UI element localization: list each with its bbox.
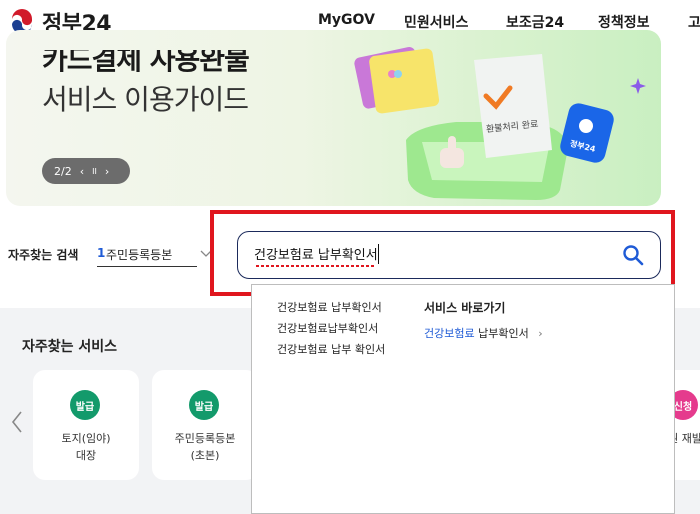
frequent-services-title: 자주찾는 서비스 [22,339,118,355]
card-label-line2: 대장 [75,449,97,462]
spellcheck-underline [256,265,374,267]
frequent-search-label: 자주찾는 검색 [8,248,79,262]
nav-civil-service[interactable]: 민원서비스 [404,12,468,32]
search-input[interactable] [254,246,594,261]
card-label-line1: 토지(임야) [61,432,111,445]
nav-mygov[interactable]: MyGOV [318,12,375,28]
frequent-search-term[interactable]: 주민등록등본 [106,246,172,263]
nav-more[interactable]: 고 [688,12,700,32]
service-card-label: 주민등록등본 (초본) [152,430,258,464]
search-icon[interactable] [622,244,644,266]
banner-illustration: 환불처리 완료 정부24 [354,47,646,200]
service-card[interactable]: 발급 주민등록등본 (초본) [152,370,258,480]
issue-badge: 발급 [70,390,100,420]
nav-policy-info[interactable]: 정책정보 [598,12,650,32]
card-label-line1: 주민등록등본 [174,432,236,445]
banner-title: 카드결제 사용완불 [42,43,249,76]
pager-next-button[interactable]: › [105,165,109,178]
promo-banner[interactable]: 카드결제 사용완불 서비스 이용가이드 2/2 ‹ II › 환불처리 완료 정… [6,30,661,206]
banner-subtitle: 서비스 이용가이드 [42,83,249,116]
pager-pause-button[interactable]: II [92,167,97,176]
card-label-line2: (초본) [190,449,220,462]
carousel-prev-icon[interactable] [10,410,24,434]
quick-link-text: 납부확인서 [474,327,529,340]
search-box[interactable] [237,231,661,279]
suggestion-item[interactable]: 건강보험료납부확인서 [277,320,378,336]
service-card-label: 토지(임야) 대장 [33,430,139,464]
quick-link-highlight: 건강보험료 [424,327,475,340]
text-caret [378,244,379,264]
quick-link-item[interactable]: 건강보험료 납부확인서 › [424,325,543,341]
service-card[interactable]: 발급 토지(임야) 대장 [33,370,139,480]
issue-badge: 발급 [189,390,219,420]
suggestion-item[interactable]: 건강보험료 납부 확인서 [277,341,385,357]
frequent-search-underline [97,266,197,267]
quick-links-title: 서비스 바로가기 [424,301,506,315]
suggestion-item[interactable]: 건강보험료 납부확인서 [277,299,382,315]
frequent-search-rank: 1 [97,246,106,260]
autocomplete-dropdown: 건강보험료 납부확인서 건강보험료납부확인서 건강보험료 납부 확인서 서비스 … [251,284,675,514]
banner-pager: 2/2 ‹ II › [42,158,130,184]
pager-prev-button[interactable]: ‹ [80,165,84,178]
nav-subsidy[interactable]: 보조금24 [506,12,564,32]
chevron-right-icon: › [538,327,543,340]
pager-count: 2/2 [54,164,72,178]
